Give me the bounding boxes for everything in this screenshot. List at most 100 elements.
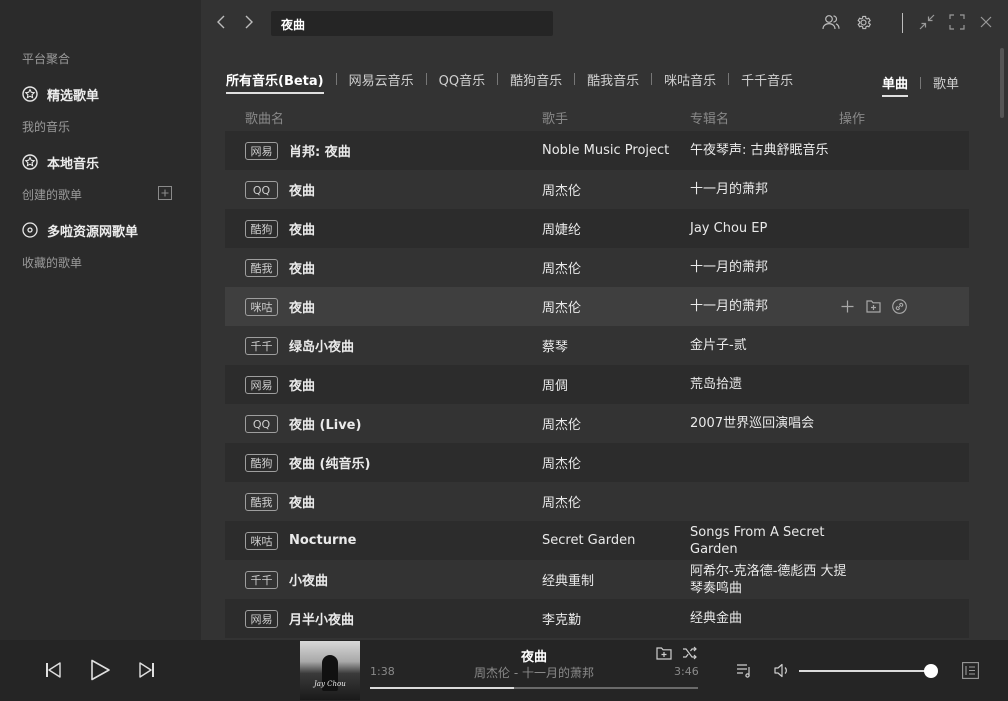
- settings-button[interactable]: [853, 12, 873, 32]
- search-input[interactable]: 夜曲: [271, 11, 553, 36]
- user-button[interactable]: [821, 12, 841, 32]
- song-album[interactable]: [690, 482, 850, 521]
- song-artist[interactable]: 蔡琴: [542, 326, 568, 365]
- add-to-queue-button[interactable]: [839, 298, 855, 314]
- song-album[interactable]: 经典金曲: [690, 599, 850, 638]
- minimize-button[interactable]: [917, 12, 937, 32]
- close-button[interactable]: [976, 12, 996, 32]
- source-badge: 酷我: [245, 493, 278, 511]
- forward-button[interactable]: [240, 12, 258, 32]
- current-time: 1:38: [370, 665, 395, 678]
- source-badge: 酷我: [245, 259, 278, 277]
- disc-icon: [22, 222, 38, 238]
- tab-separator: [335, 73, 337, 85]
- next-button[interactable]: [138, 661, 156, 679]
- table-row[interactable]: 咪咕 夜曲 周杰伦 十一月的萧邦: [225, 287, 969, 326]
- sidebar-item-featured-playlists[interactable]: 精选歌单: [22, 84, 99, 104]
- song-album[interactable]: Songs From A Secret Garden: [690, 521, 850, 560]
- table-row[interactable]: 酷我 夜曲 周杰伦: [225, 482, 969, 521]
- song-artist[interactable]: 周杰伦: [542, 248, 581, 287]
- song-title: Nocturne: [289, 533, 357, 548]
- tab-kugou[interactable]: 酷狗音乐: [510, 70, 562, 89]
- song-album[interactable]: 十一月的萧邦: [690, 248, 850, 287]
- song-title: 夜曲 (纯音乐): [289, 457, 371, 472]
- song-artist[interactable]: 经典重制: [542, 560, 594, 599]
- tab-migu[interactable]: 咪咕音乐: [664, 70, 716, 89]
- song-album[interactable]: 十一月的萧邦: [690, 287, 850, 326]
- song-title: 月半小夜曲: [289, 613, 355, 628]
- now-playing-subtitle: 周杰伦 - 十一月的萧邦: [474, 666, 594, 680]
- sidebar-item-multi-source[interactable]: 多啦资源网歌单: [22, 220, 138, 240]
- table-row[interactable]: 酷狗 夜曲 (纯音乐) 周杰伦: [225, 443, 969, 482]
- copy-link-button[interactable]: [891, 298, 907, 314]
- folder-add-icon: [656, 647, 672, 660]
- chevron-left-icon: [217, 15, 225, 29]
- source-badge: 千千: [245, 571, 278, 589]
- volume-handle[interactable]: [924, 664, 938, 678]
- tab-playlists[interactable]: 歌单: [933, 73, 959, 92]
- tab-netease[interactable]: 网易云音乐: [349, 70, 414, 89]
- player-bar: Jay Chou 夜曲 周杰伦 - 十一月的萧邦 1:38 3:46: [0, 640, 1008, 701]
- song-artist[interactable]: 周杰伦: [542, 404, 581, 443]
- source-badge: 千千: [245, 337, 278, 355]
- table-row[interactable]: 咪咕 Nocturne Secret Garden Songs From A S…: [225, 521, 969, 560]
- sidebar-item-local-music[interactable]: 本地音乐: [22, 152, 99, 172]
- lyrics-button[interactable]: [960, 660, 980, 680]
- song-album[interactable]: 十一月的萧邦: [690, 170, 850, 209]
- maximize-button[interactable]: [947, 12, 967, 32]
- table-row[interactable]: QQ 夜曲 (Live) 周杰伦 2007世界巡回演唱会: [225, 404, 969, 443]
- table-row[interactable]: QQ 夜曲 周杰伦 十一月的萧邦: [225, 170, 969, 209]
- volume-button[interactable]: [772, 661, 792, 679]
- tab-qq[interactable]: QQ音乐: [439, 70, 485, 89]
- column-header-actions: 操作: [839, 112, 866, 127]
- volume-slider[interactable]: [799, 664, 938, 678]
- add-to-playlist-button[interactable]: [655, 645, 673, 661]
- progress-bar[interactable]: [370, 687, 698, 689]
- gear-icon: [856, 15, 871, 29]
- now-playing-title: 夜曲: [520, 650, 547, 665]
- song-artist[interactable]: 周婕纶: [542, 209, 581, 248]
- tab-separator: [728, 73, 730, 85]
- tab-kuwo[interactable]: 酷我音乐: [587, 70, 639, 89]
- tab-separator: [425, 73, 427, 85]
- tab-all-music[interactable]: 所有音乐(Beta): [226, 70, 324, 94]
- song-album[interactable]: 荒岛拾遗: [690, 365, 850, 404]
- song-artist[interactable]: Noble Music Project: [542, 131, 669, 170]
- song-artist[interactable]: 周杰伦: [542, 443, 581, 482]
- song-artist[interactable]: 李克勤: [542, 599, 581, 638]
- song-artist[interactable]: 周杰伦: [542, 287, 581, 326]
- tab-songs[interactable]: 单曲: [882, 73, 909, 97]
- add-to-playlist-button[interactable]: [865, 298, 881, 314]
- song-album[interactable]: [690, 443, 850, 482]
- playlist-queue-button[interactable]: [735, 661, 753, 679]
- tab-qianqian[interactable]: 千千音乐: [741, 70, 793, 89]
- song-artist[interactable]: 周杰伦: [542, 482, 581, 521]
- song-artist[interactable]: Secret Garden: [542, 521, 635, 560]
- table-row[interactable]: 千千 小夜曲 经典重制 阿希尔-克洛德-德彪西 大提琴奏鸣曲: [225, 560, 969, 599]
- sidebar-item-label: 多啦资源网歌单: [47, 224, 139, 240]
- song-album[interactable]: 金片子-贰: [690, 326, 850, 365]
- song-album[interactable]: Jay Chou EP: [690, 209, 850, 248]
- scrollbar[interactable]: [1000, 48, 1004, 118]
- table-row[interactable]: 酷我 夜曲 周杰伦 十一月的萧邦: [225, 248, 969, 287]
- song-artist[interactable]: 周杰伦: [542, 170, 581, 209]
- table-row[interactable]: 酷狗 夜曲 周婕纶 Jay Chou EP: [225, 209, 969, 248]
- table-row[interactable]: 网易 夜曲 周倜 荒岛拾遗: [225, 365, 969, 404]
- table-row[interactable]: 千千 绿岛小夜曲 蔡琴 金片子-贰: [225, 326, 969, 365]
- album-cover[interactable]: Jay Chou: [300, 641, 360, 700]
- previous-button[interactable]: [44, 661, 62, 679]
- chevron-right-icon: [245, 15, 253, 29]
- song-album[interactable]: 午夜琴声: 古典舒眠音乐: [690, 131, 850, 170]
- play-button[interactable]: [88, 658, 112, 682]
- shuffle-icon: [682, 646, 697, 660]
- back-button[interactable]: [212, 12, 230, 32]
- song-list: 网易 肖邦: 夜曲 Noble Music Project 午夜琴声: 古典舒眠…: [225, 131, 969, 638]
- song-album[interactable]: 2007世界巡回演唱会: [690, 404, 850, 443]
- table-row[interactable]: 网易 肖邦: 夜曲 Noble Music Project 午夜琴声: 古典舒眠…: [225, 131, 969, 170]
- song-title: 夜曲 (Live): [289, 418, 362, 433]
- shuffle-button[interactable]: [680, 645, 698, 661]
- table-row[interactable]: 网易 月半小夜曲 李克勤 经典金曲: [225, 599, 969, 638]
- song-artist[interactable]: 周倜: [542, 365, 568, 404]
- song-album[interactable]: 阿希尔-克洛德-德彪西 大提琴奏鸣曲: [690, 560, 850, 599]
- add-playlist-button[interactable]: [158, 185, 172, 200]
